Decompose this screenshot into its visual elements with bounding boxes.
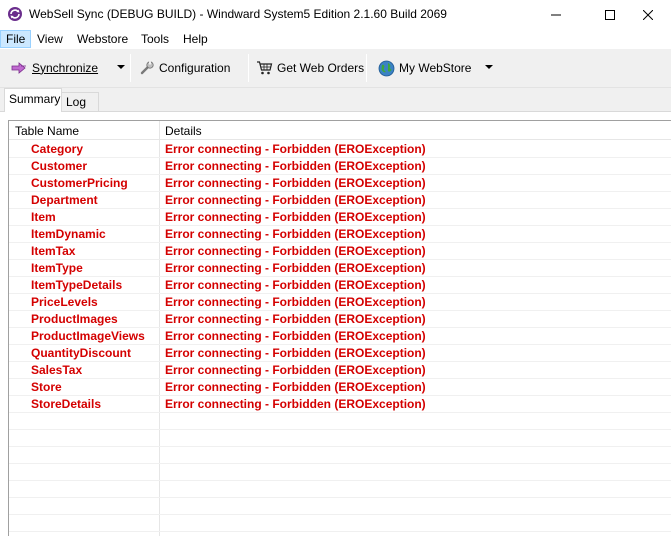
details-cell: Error connecting - Forbidden (EROExcepti… [165, 295, 426, 309]
window-title: WebSell Sync (DEBUG BUILD) - Windward Sy… [29, 7, 447, 21]
table-name-cell: PriceLevels [31, 295, 98, 309]
menu-file[interactable]: File [0, 30, 32, 48]
table-row[interactable]: ItemType Error connecting - Forbidden (ER… [9, 260, 671, 277]
table-row[interactable] [9, 430, 671, 447]
table-row[interactable]: ProductImageViews Error connecting - Forb… [9, 328, 671, 345]
my-webstore-dropdown-chevron-down-icon[interactable] [485, 65, 493, 69]
table-name-cell: ItemTax [31, 244, 76, 258]
table-row[interactable]: ProductImages Error connecting - Forbidde… [9, 311, 671, 328]
table-row[interactable]: StoreDetails Error connecting - Forbidden… [9, 396, 671, 413]
sync-app-icon [8, 7, 22, 21]
details-cell: Error connecting - Forbidden (EROExcepti… [165, 346, 426, 360]
details-cell: Error connecting - Forbidden (EROExcepti… [165, 210, 426, 224]
details-cell: Error connecting - Forbidden (EROExcepti… [165, 312, 426, 326]
details-cell: Error connecting - Forbidden (EROExcepti… [165, 176, 426, 190]
table-name-cell: QuantityDiscount [31, 346, 132, 360]
toolbar: Synchronize Configuration Get Web Orders [0, 49, 671, 88]
details-cell: Error connecting - Forbidden (EROExcepti… [165, 244, 426, 258]
tab-summary[interactable]: Summary [4, 88, 62, 112]
cart-icon [257, 61, 273, 75]
column-header-details[interactable]: Details [165, 124, 202, 138]
table-row[interactable]: QuantityDiscount Error connecting - Forbi… [9, 345, 671, 362]
table-row[interactable]: CustomerPricing Error connecting - Forbid… [9, 175, 671, 192]
synchronize-label: Synchronize [32, 61, 99, 75]
table-row[interactable]: Item Error connecting - Forbidden (EROExc… [9, 209, 671, 226]
table-name-cell: ItemType [31, 261, 83, 275]
grid-rows: Category Error connecting - Forbidden (ER… [9, 141, 671, 532]
close-icon [643, 9, 653, 20]
table-name-cell: ItemTypeDetails [31, 278, 123, 292]
table-name-cell: CustomerPricing [31, 176, 128, 190]
table-row[interactable]: ItemTypeDetails Error connecting - Forbid… [9, 277, 671, 294]
table-name-cell: ProductImages [31, 312, 118, 326]
toolbar-divider [366, 54, 367, 82]
details-cell: Error connecting - Forbidden (EROExcepti… [165, 380, 426, 394]
table-row[interactable]: ItemDynamic Error connecting - Forbidden … [9, 226, 671, 243]
wrench-icon [140, 61, 154, 75]
menu-view[interactable]: View [32, 30, 68, 48]
details-cell: Error connecting - Forbidden (EROExcepti… [165, 261, 426, 275]
title-bar: WebSell Sync (DEBUG BUILD) - Windward Sy… [0, 0, 671, 29]
globe-icon [378, 60, 395, 76]
table-row[interactable]: PriceLevels Error connecting - Forbidden … [9, 294, 671, 311]
table-row[interactable] [9, 515, 671, 532]
details-cell: Error connecting - Forbidden (EROExcepti… [165, 397, 426, 411]
table-row[interactable] [9, 464, 671, 481]
table-name-cell: Customer [31, 159, 88, 173]
my-webstore-label: My WebStore [399, 61, 472, 75]
table-name-cell: Category [31, 142, 84, 156]
get-web-orders-button[interactable]: Get Web Orders [256, 57, 364, 79]
grid-header: Table Name Details [9, 121, 671, 140]
table-row[interactable] [9, 413, 671, 430]
table-name-cell: ProductImageViews [31, 329, 145, 343]
table-row[interactable] [9, 447, 671, 464]
details-cell: Error connecting - Forbidden (EROExcepti… [165, 329, 426, 343]
table-row[interactable]: Customer Error connecting - Forbidden (ER… [9, 158, 671, 175]
table-name-cell: SalesTax [31, 363, 83, 377]
table-row[interactable]: Store Error connecting - Forbidden (EROEx… [9, 379, 671, 396]
table-row[interactable]: Department Error connecting - Forbidden (… [9, 192, 671, 209]
sync-icon [11, 62, 26, 74]
table-row[interactable]: SalesTax Error connecting - Forbidden (ER… [9, 362, 671, 379]
table-row[interactable]: ItemTax Error connecting - Forbidden (ERO… [9, 243, 671, 260]
minimize-icon [551, 14, 561, 15]
details-cell: Error connecting - Forbidden (EROExcepti… [165, 193, 426, 207]
details-cell: Error connecting - Forbidden (EROExcepti… [165, 142, 426, 156]
column-header-table-name[interactable]: Table Name [15, 124, 79, 138]
table-name-cell: StoreDetails [31, 397, 102, 411]
header-divider[interactable] [159, 121, 160, 140]
summary-grid[interactable]: Table Name Details Category Error connect… [8, 120, 671, 536]
details-cell: Error connecting - Forbidden (EROExcepti… [165, 159, 426, 173]
tab-log[interactable]: Log [61, 92, 99, 112]
synchronize-dropdown-chevron-down-icon[interactable] [117, 65, 125, 69]
get-web-orders-label: Get Web Orders [277, 61, 365, 75]
minimize-button[interactable] [533, 0, 579, 29]
maximize-icon [605, 9, 615, 20]
summary-panel: Table Name Details Category Error connect… [0, 111, 671, 536]
configuration-label: Configuration [159, 61, 231, 75]
details-cell: Error connecting - Forbidden (EROExcepti… [165, 278, 426, 292]
menu-bar: File View Webstore Tools Help [0, 29, 671, 49]
details-cell: Error connecting - Forbidden (EROExcepti… [165, 227, 426, 241]
table-row[interactable] [9, 498, 671, 515]
table-name-cell: Department [31, 193, 98, 207]
close-button[interactable] [625, 0, 671, 29]
configuration-button[interactable]: Configuration [139, 57, 230, 79]
table-row[interactable]: Category Error connecting - Forbidden (ER… [9, 141, 671, 158]
menu-tools[interactable]: Tools [136, 30, 174, 48]
table-name-cell: ItemDynamic [31, 227, 106, 241]
toolbar-divider [130, 54, 131, 82]
synchronize-button[interactable]: Synchronize [10, 57, 98, 79]
details-cell: Error connecting - Forbidden (EROExcepti… [165, 363, 426, 377]
toolbar-divider [248, 54, 249, 82]
tab-strip: Summary Log [0, 88, 671, 112]
table-name-cell: Item [31, 210, 56, 224]
table-name-cell: Store [31, 380, 62, 394]
menu-help[interactable]: Help [178, 30, 213, 48]
table-row[interactable] [9, 481, 671, 498]
menu-webstore[interactable]: Webstore [72, 30, 133, 48]
my-webstore-button[interactable]: My WebStore [378, 57, 471, 79]
